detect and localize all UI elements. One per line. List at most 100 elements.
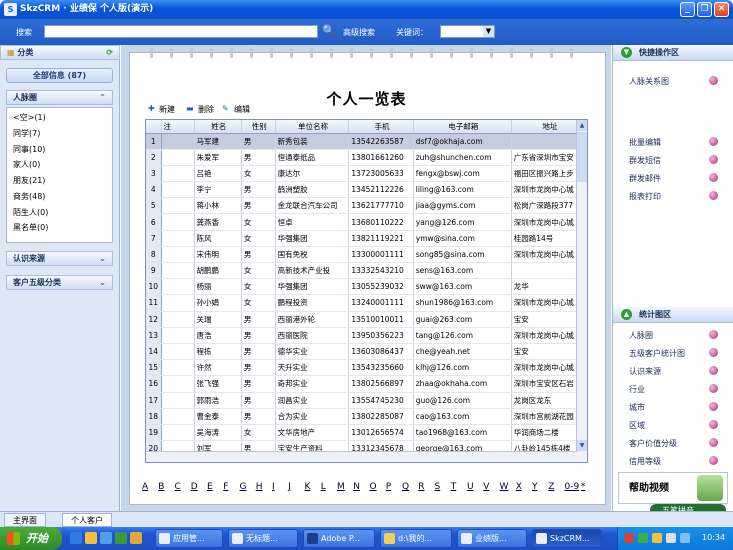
category-item[interactable]: 陌生人(0) <box>13 206 48 219</box>
table-cell[interactable]: jiaa@gyms.com <box>413 197 512 215</box>
alpha-link[interactable]: * <box>581 482 586 492</box>
table-row[interactable]: 8 宋伟明男国有免税 13300001111 song85@sina.com 深圳市龙岗… <box>146 246 587 264</box>
alpha-link[interactable]: F <box>223 482 228 492</box>
alpha-link[interactable]: G <box>240 482 247 492</box>
table-row[interactable]: 19 吴海涛女文华房地产 13012656574 tao1968@163.com 华润商… <box>146 424 587 442</box>
table-cell[interactable]: 鹏程投资 <box>275 294 350 312</box>
table-cell[interactable]: 女 <box>241 294 276 312</box>
row-number[interactable]: 12 <box>146 311 162 328</box>
table-cell[interactable]: 13821119221 <box>348 230 414 247</box>
table-cell[interactable]: 13950356223 <box>348 327 414 344</box>
stats-item[interactable]: 认识来源 <box>629 366 718 377</box>
table-row[interactable]: 9 胡鹏鹏女高新技术产业投 13332543210 sens@163.com <box>146 262 587 280</box>
alpha-link[interactable]: E <box>207 482 213 492</box>
alpha-link[interactable]: J <box>288 482 291 492</box>
alpha-link[interactable]: B <box>158 482 164 492</box>
table-cell[interactable]: 宋伟明 <box>194 246 242 264</box>
stats-item[interactable]: 信用等级 <box>629 456 718 467</box>
scroll-thumb[interactable] <box>577 132 587 182</box>
all-info-button[interactable]: 全部信息 (87) <box>6 68 113 83</box>
table-cell[interactable]: 男 <box>241 149 276 166</box>
table-cell[interactable]: 程栋 <box>194 343 242 361</box>
table-cell[interactable]: 男 <box>241 408 276 425</box>
row-number[interactable]: 14 <box>146 343 162 361</box>
row-number[interactable]: 2 <box>146 149 162 166</box>
category-item[interactable]: 朋友(21) <box>13 174 45 187</box>
note-cell[interactable] <box>161 408 195 425</box>
minus-icon[interactable]: ▬ <box>186 104 194 113</box>
alpha-link[interactable]: K <box>305 482 311 492</box>
tab-personal-customers[interactable]: 个人客户 <box>62 513 112 527</box>
scroll-down-icon[interactable]: ▼ <box>577 440 587 451</box>
stats-item[interactable]: 五级客户统计图 <box>629 348 718 359</box>
table-cell[interactable]: 13240001111 <box>348 294 414 312</box>
table-cell[interactable]: 13723005633 <box>348 165 414 183</box>
tab-main[interactable]: 主界面 <box>4 513 46 527</box>
network-icon[interactable] <box>638 533 648 543</box>
quick-item-mass-email[interactable]: 群发邮件 <box>629 173 718 184</box>
table-cell[interactable]: 女 <box>241 213 276 231</box>
table-cell[interactable]: 吴海涛 <box>194 424 242 442</box>
table-cell[interactable]: 男 <box>241 133 276 150</box>
edit-button[interactable]: 编辑 <box>234 104 250 115</box>
table-cell[interactable]: 龚燕香 <box>194 213 242 231</box>
taskbar-item[interactable]: 应用管... <box>155 529 223 548</box>
minimize-button[interactable]: _ <box>680 2 695 17</box>
note-cell[interactable] <box>161 230 195 247</box>
table-cell[interactable]: sens@163.com <box>413 262 512 280</box>
row-number[interactable]: 9 <box>146 262 162 280</box>
note-cell[interactable] <box>161 392 195 409</box>
row-number[interactable]: 8 <box>146 246 162 264</box>
column-header[interactable]: 手机 <box>348 120 414 134</box>
table-row[interactable]: 18 曹金泰男合为实业 13802285087 cao@163.com 深圳市宫前湖花园 <box>146 408 587 425</box>
table-cell[interactable]: liling@163.com <box>413 181 512 199</box>
alpha-link[interactable]: V <box>483 482 489 492</box>
row-number[interactable]: 1 <box>146 133 162 150</box>
table-cell[interactable]: fengx@bswj.com <box>413 165 512 183</box>
table-cell[interactable]: 康达尔 <box>275 165 350 183</box>
table-cell[interactable]: 男 <box>241 359 276 377</box>
table-cell[interactable]: 女 <box>241 262 276 280</box>
table-row[interactable]: 11 孙小娟女鹏程投资 13240001111 shun1986@163.com 深圳市… <box>146 294 587 312</box>
alpha-link[interactable]: X <box>516 482 522 492</box>
volume-icon[interactable] <box>680 533 690 543</box>
alpha-link[interactable]: 0-9 <box>565 482 580 492</box>
row-number[interactable]: 4 <box>146 181 162 199</box>
alpha-link[interactable]: S <box>435 482 441 492</box>
table-cell[interactable]: 唐浩 <box>194 327 242 344</box>
table-cell[interactable]: 新秀包装 <box>275 133 350 150</box>
media-icon[interactable] <box>115 532 127 544</box>
expand-icon[interactable]: ⌄ <box>99 276 106 289</box>
category-item[interactable]: 同事(10) <box>13 143 45 156</box>
table-cell[interactable]: 鹤洲塑胶 <box>275 181 350 199</box>
table-cell[interactable]: 13055239032 <box>348 278 414 296</box>
alpha-link[interactable]: O <box>370 482 377 492</box>
antivirus-icon[interactable] <box>624 533 634 543</box>
table-cell[interactable]: klhj@126.com <box>413 359 512 377</box>
note-cell[interactable] <box>161 278 195 296</box>
row-number[interactable]: 13 <box>146 327 162 344</box>
delete-button[interactable]: 删除 <box>198 104 214 115</box>
note-cell[interactable] <box>161 246 195 264</box>
table-cell[interactable]: 李宁 <box>194 181 242 199</box>
pencil-icon[interactable]: ✎ <box>222 104 229 113</box>
note-cell[interactable] <box>161 311 195 328</box>
table-cell[interactable]: yang@126.com <box>413 213 512 231</box>
category-item[interactable]: <空>(1) <box>13 111 46 124</box>
table-cell[interactable]: song85@sina.com <box>413 246 512 264</box>
table-cell[interactable]: 13332543210 <box>348 262 414 280</box>
note-cell[interactable] <box>161 343 195 361</box>
shield-icon[interactable] <box>666 533 676 543</box>
row-number[interactable]: 19 <box>146 424 162 442</box>
stats-item[interactable]: 区域 <box>629 420 718 431</box>
table-cell[interactable]: 男 <box>241 181 276 199</box>
table-cell[interactable]: 男 <box>241 311 276 328</box>
table-row[interactable]: 17 郭雨浩男润昌实业 13554745230 guo@126.com 龙岗区龙东 <box>146 392 587 409</box>
table-cell[interactable]: 13300001111 <box>348 246 414 264</box>
folder-icon[interactable] <box>130 532 142 544</box>
table-cell[interactable]: guai@263.com <box>413 311 512 328</box>
table-cell[interactable]: 13603086437 <box>348 343 414 361</box>
table-cell[interactable]: 郭雨浩 <box>194 392 242 409</box>
quick-item-report-print[interactable]: 报表打印 <box>629 191 718 202</box>
scroll-up-icon[interactable]: ▲ <box>577 120 587 131</box>
